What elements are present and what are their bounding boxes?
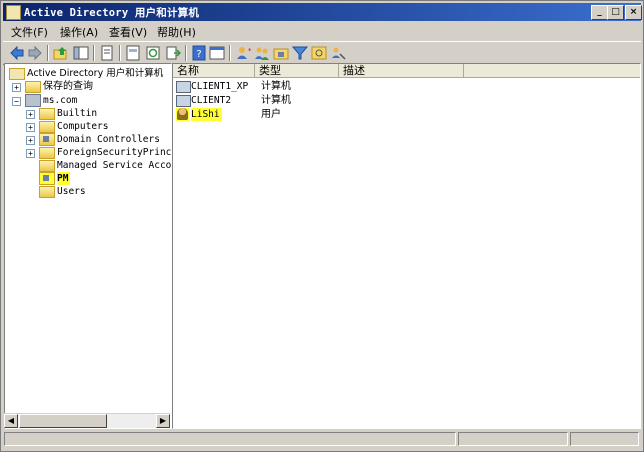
folder-icon <box>25 81 41 93</box>
menu-file[interactable]: 文件(F) <box>11 24 48 40</box>
toolbar-separator <box>229 45 231 61</box>
app-icon <box>6 5 21 20</box>
expand-icon[interactable]: + <box>12 83 21 92</box>
tree-item-builtin[interactable]: + Builtin <box>25 107 171 120</box>
toolbar-separator <box>93 45 95 61</box>
menu-bar: 文件(F) 操作(A) 查看(V) 帮助(H) <box>3 22 641 40</box>
scroll-left-icon[interactable]: ◀ <box>4 414 18 428</box>
up-icon[interactable] <box>53 45 69 61</box>
domain-icon <box>25 94 41 107</box>
tree-item-foreign-security[interactable]: + ForeignSecurityPrincip <box>25 146 171 159</box>
toolbar-separator <box>47 45 49 61</box>
tree-item-computers[interactable]: + Computers <box>25 120 171 133</box>
tree-item-pm[interactable]: PM <box>25 172 171 185</box>
status-cell <box>458 432 568 446</box>
show-tree-icon[interactable] <box>73 45 89 61</box>
user-icon <box>177 108 188 120</box>
new-group-icon[interactable] <box>254 45 270 61</box>
computer-icon <box>176 81 191 93</box>
column-header-name[interactable]: 名称 <box>173 64 255 78</box>
list-pane[interactable]: 名称 类型 描述 CLIENT1_XP 计算机 CLIENT2 计算机 LiSh… <box>172 63 641 429</box>
scroll-right-icon[interactable]: ▶ <box>156 414 170 428</box>
menu-action[interactable]: 操作(A) <box>60 24 98 40</box>
close-button[interactable]: × <box>625 5 642 20</box>
delegate-icon[interactable] <box>330 45 346 61</box>
title-bar[interactable]: Active Directory 用户和计算机 _ □ × <box>3 3 642 21</box>
console-icon[interactable] <box>209 45 225 61</box>
scrollbar-thumb[interactable] <box>19 414 107 428</box>
tree-root[interactable]: Active Directory 用户和计算机 <box>9 67 171 80</box>
tree-item-saved-queries[interactable]: + 保存的查询 <box>11 80 171 93</box>
minimize-button[interactable]: _ <box>591 5 608 20</box>
folder-icon <box>39 108 55 120</box>
menu-help[interactable]: 帮助(H) <box>157 24 196 40</box>
toolbar-separator <box>185 45 187 61</box>
console-root-icon <box>9 68 25 80</box>
tree-item-managed-service[interactable]: Managed Service Accour <box>25 159 171 172</box>
toolbar-separator <box>119 45 121 61</box>
toolbar: ? * <box>3 41 641 65</box>
new-user-icon[interactable]: * <box>235 45 251 61</box>
filter-icon[interactable] <box>292 45 308 61</box>
tree-pane[interactable]: Active Directory 用户和计算机 + 保存的查询 − ms.com… <box>4 63 172 429</box>
copy-icon[interactable] <box>99 45 115 61</box>
collapse-icon[interactable]: − <box>12 97 21 106</box>
maximize-button[interactable]: □ <box>607 5 624 20</box>
ou-icon <box>39 172 55 185</box>
export-icon[interactable] <box>165 45 181 61</box>
expand-icon[interactable]: + <box>26 149 35 158</box>
status-cell <box>570 432 639 446</box>
status-bar <box>3 431 641 447</box>
refresh-icon[interactable] <box>145 45 161 61</box>
find-icon[interactable] <box>311 45 327 61</box>
svg-text:*: * <box>248 47 251 55</box>
tree-item-domain[interactable]: − ms.com <box>11 94 171 107</box>
folder-icon <box>39 121 55 133</box>
computer-icon <box>176 95 191 107</box>
status-cell-main <box>4 432 456 446</box>
ou-icon <box>39 133 55 146</box>
menu-view[interactable]: 查看(V) <box>109 24 147 40</box>
window-title: Active Directory 用户和计算机 <box>24 7 200 19</box>
folder-icon <box>39 160 55 172</box>
list-row[interactable]: CLIENT1_XP 计算机 <box>173 80 640 93</box>
properties-icon[interactable] <box>125 45 141 61</box>
column-header-description[interactable]: 描述 <box>339 64 464 78</box>
help-icon[interactable]: ? <box>191 45 207 61</box>
expand-icon[interactable]: + <box>26 136 35 145</box>
folder-icon <box>39 147 55 159</box>
folder-icon <box>39 186 55 198</box>
forward-icon[interactable] <box>27 45 43 61</box>
tree-horizontal-scrollbar[interactable]: ◀ ▶ <box>4 413 170 428</box>
svg-text:?: ? <box>196 49 201 60</box>
list-row[interactable]: CLIENT2 计算机 <box>173 94 640 107</box>
main-window: Active Directory 用户和计算机 _ □ × 文件(F) 操作(A… <box>0 0 644 452</box>
column-header-filler <box>464 64 640 78</box>
expand-icon[interactable]: + <box>26 123 35 132</box>
tree-item-domain-controllers[interactable]: + Domain Controllers <box>25 133 171 146</box>
tree-item-users[interactable]: Users <box>25 185 171 198</box>
expand-icon[interactable]: + <box>26 110 35 119</box>
new-ou-icon[interactable] <box>273 45 289 61</box>
list-row[interactable]: LiShi 用户 <box>173 108 640 121</box>
back-icon[interactable] <box>9 45 25 61</box>
column-header-type[interactable]: 类型 <box>255 64 339 78</box>
